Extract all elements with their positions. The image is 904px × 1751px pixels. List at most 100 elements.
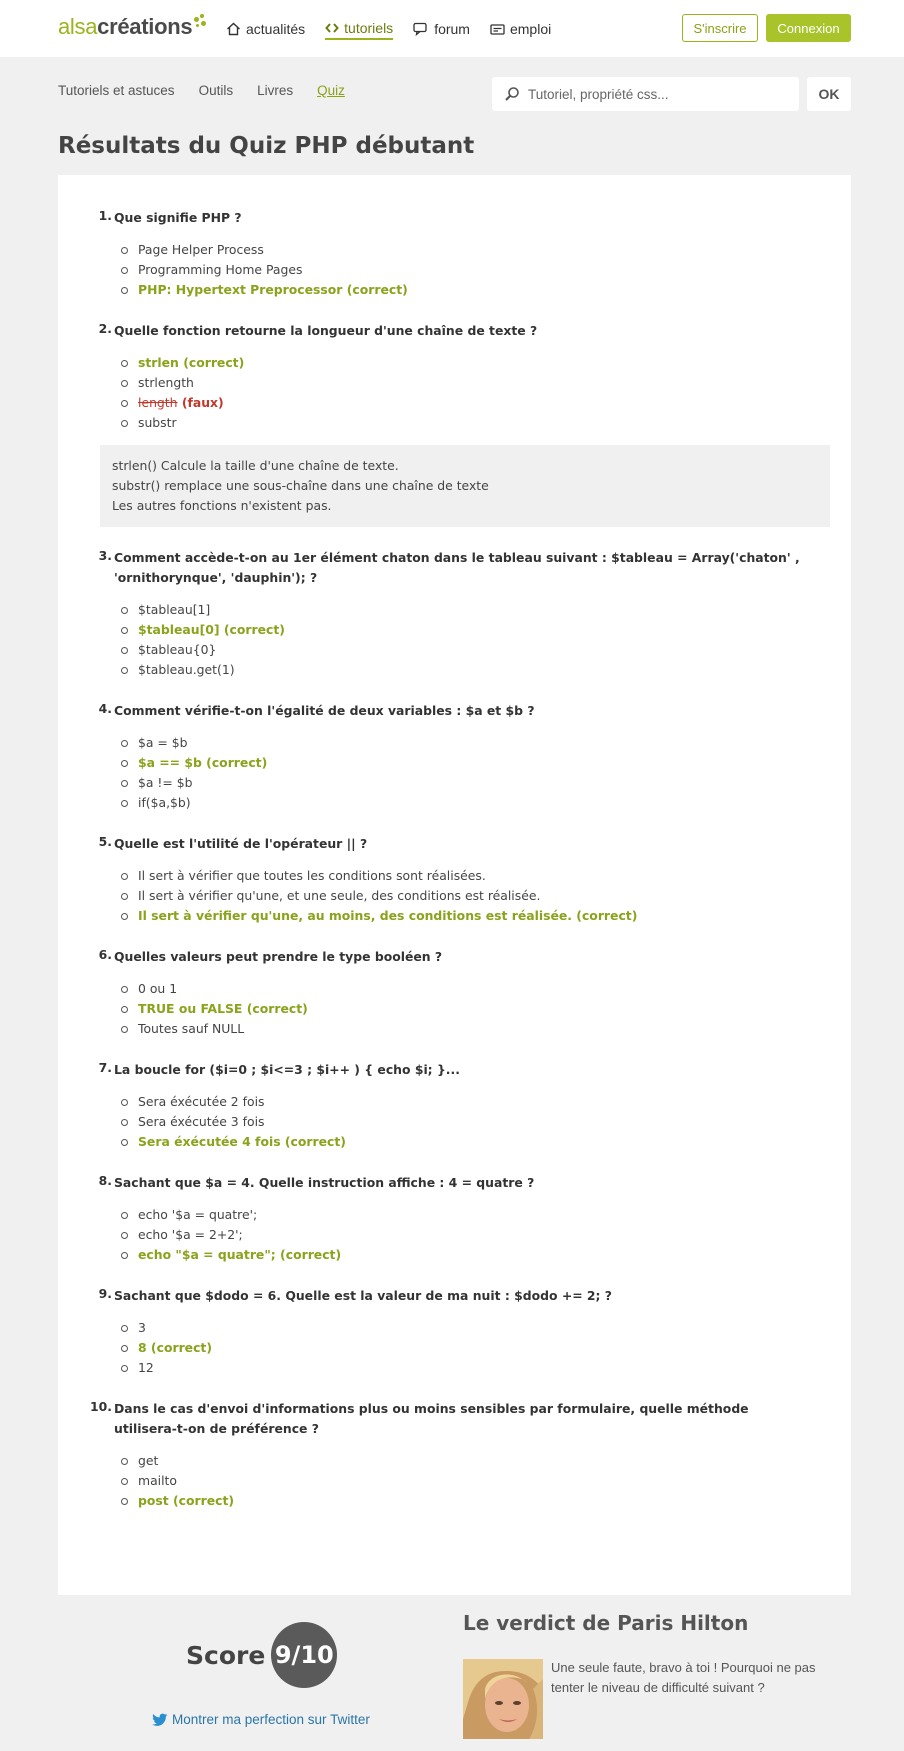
answer-correct: 8 (correct): [121, 1338, 802, 1358]
nav-tutoriels[interactable]: tutoriels: [325, 20, 394, 40]
top-bar: alsacréations actualités tutoriels forum…: [0, 0, 904, 57]
search-icon: [505, 87, 519, 101]
question-number: 9.: [98, 1286, 112, 1301]
answer-correct: $a == $b (correct): [121, 753, 802, 773]
question-number: 4.: [98, 701, 112, 716]
answer-option: if($a,$b): [121, 793, 802, 813]
answer-correct: Il sert à vérifier qu'une, au moins, des…: [121, 906, 802, 926]
question-item: 2. Quelle fonction retourne la longueur d…: [98, 321, 830, 527]
explanation-line: Les autres fonctions n'existent pas.: [112, 498, 332, 513]
answer-option: mailto: [121, 1471, 802, 1491]
answer-option: $tableau{0}: [121, 640, 802, 660]
answer-text: length: [138, 395, 178, 410]
code-icon: [325, 23, 339, 33]
question-text: Dans le cas d'envoi d'informations plus …: [114, 1401, 749, 1436]
question-item: 8. Sachant que $a = 4. Quelle instruction…: [98, 1173, 802, 1265]
briefcase-icon: [490, 24, 505, 35]
question-item: 5. Quelle est l'utilité de l'opérateur ||…: [98, 834, 802, 926]
question-item: 10. Dans le cas d'envoi d'informations pl…: [90, 1399, 802, 1511]
question-text: Quelles valeurs peut prendre le type boo…: [114, 949, 443, 964]
nav-label: emploi: [509, 21, 552, 37]
verdict-text: Une seule faute, bravo à toi ! Pourquoi …: [551, 1660, 816, 1695]
twitter-share-link[interactable]: Montrer ma perfection sur Twitter: [152, 1712, 370, 1727]
answer-option: $tableau[1]: [121, 600, 802, 620]
answer-option: 12: [121, 1358, 802, 1378]
search-input[interactable]: [528, 86, 788, 102]
question-number: 1.: [98, 208, 112, 223]
logo-text-creations: créations: [97, 14, 193, 39]
score-block: Score 9/10: [186, 1622, 338, 1688]
score-label: Score: [186, 1640, 266, 1670]
subnav-outils[interactable]: Outils: [199, 83, 234, 98]
answer-option: Toutes sauf NULL: [121, 1019, 802, 1039]
answer-list: 38 (correct) 12: [114, 1318, 802, 1378]
question-text: La boucle for ($i=0 ; $i<=3 ; $i++ ) { e…: [114, 1062, 460, 1077]
logo-dots-icon: [192, 14, 207, 30]
answer-explanation: strlen() Calcule la taille d'une chaîne …: [100, 445, 830, 527]
question-item: 7. La boucle for ($i=0 ; $i<=3 ; $i++ ) {…: [98, 1060, 802, 1152]
question-text: Sachant que $a = 4. Quelle instruction a…: [114, 1175, 535, 1190]
answer-correct: Sera éxécutée 4 fois (correct): [121, 1132, 802, 1152]
answer-option: $tableau.get(1): [121, 660, 802, 680]
verdict-portrait-image: [463, 1659, 543, 1739]
question-text: Comment accède-t-on au 1er élément chato…: [114, 550, 800, 585]
question-number: 5.: [98, 834, 112, 849]
score-value: 9/10: [271, 1622, 338, 1688]
main-nav: actualités tutoriels forum emploi: [226, 20, 551, 40]
verdict-title: Le verdict de Paris Hilton: [463, 1611, 749, 1635]
answer-correct: post (correct): [121, 1491, 802, 1511]
answer-correct: PHP: Hypertext Preprocessor (correct): [121, 280, 802, 300]
question-item: 4. Comment vérifie-t-on l'égalité de deux…: [98, 701, 802, 813]
answer-option: Page Helper Process: [121, 240, 802, 260]
answer-correct: strlen (correct): [121, 353, 802, 373]
home-icon: [227, 22, 240, 36]
question-item: 3. Comment accède-t-on au 1er élément cha…: [98, 548, 802, 680]
answer-option: 0 ou 1: [121, 979, 802, 999]
question-number: 6.: [98, 947, 112, 962]
answer-option: substr: [121, 413, 802, 433]
question-number: 7.: [98, 1060, 112, 1075]
question-number: 3.: [98, 548, 112, 563]
nav-label: tutoriels: [344, 20, 394, 36]
search-box: [492, 77, 799, 111]
answer-option: $a = $b: [121, 733, 802, 753]
signup-button[interactable]: S'inscrire: [682, 14, 758, 42]
subnav-tutoriels[interactable]: Tutoriels et astuces: [58, 83, 175, 98]
nav-emploi[interactable]: emploi: [490, 20, 551, 40]
answer-list: Page Helper Process Programming Home Page…: [114, 240, 802, 300]
question-item: 6. Quelles valeurs peut prendre le type b…: [98, 947, 802, 1039]
answer-option: strlength: [121, 373, 802, 393]
nav-forum[interactable]: forum: [413, 20, 470, 40]
subnav-quiz[interactable]: Quiz: [317, 83, 345, 98]
question-text: Sachant que $dodo = 6. Quelle est la val…: [114, 1288, 612, 1303]
question-text: Quelle fonction retourne la longueur d'u…: [114, 323, 538, 338]
site-logo[interactable]: alsacréations: [58, 14, 207, 40]
login-button[interactable]: Connexion: [766, 14, 851, 42]
question-item: 9. Sachant que $dodo = 6. Quelle est la v…: [98, 1286, 802, 1378]
answer-option: Il sert à vérifier que toutes les condit…: [121, 866, 802, 886]
answer-option: echo '$a = quatre';: [121, 1205, 802, 1225]
question-number: 10.: [90, 1399, 112, 1414]
answer-correct: $tableau[0] (correct): [121, 620, 802, 640]
answer-option: Il sert à vérifier qu'une, et une seule,…: [121, 886, 802, 906]
answer-option: 3: [121, 1318, 802, 1338]
answer-list: echo '$a = quatre'; echo '$a = 2+2'; echo …: [114, 1205, 802, 1265]
answer-correct: echo "$a = quatre"; (correct): [121, 1245, 802, 1265]
question-text: Que signifie PHP ?: [114, 210, 242, 225]
question-number: 2.: [98, 321, 112, 336]
answer-option: Programming Home Pages: [121, 260, 802, 280]
answer-list: $a = $b $a == $b (correct) $a != $b if($a,$…: [114, 733, 802, 813]
answer-option: Sera éxécutée 2 fois: [121, 1092, 802, 1112]
chat-icon: [413, 22, 427, 36]
search-ok-button[interactable]: OK: [807, 77, 851, 111]
question-number: 8.: [98, 1173, 112, 1188]
answer-list: 0 ou 1 TRUE ou FALSE (correct) Toutes sauf…: [114, 979, 802, 1039]
quiz-results-card: 1. Que signifie PHP ? Page Helper Process P…: [58, 175, 851, 1595]
nav-actualites[interactable]: actualités: [226, 20, 305, 40]
answer-option: Sera éxécutée 3 fois: [121, 1112, 802, 1132]
answer-list: $tableau[1] $tableau[0] (correct) $tableau…: [114, 600, 802, 680]
question-text: Quelle est l'utilité de l'opérateur || ?: [114, 836, 368, 851]
answer-list: Il sert à vérifier que toutes les condit…: [114, 866, 802, 926]
subnav-livres[interactable]: Livres: [257, 83, 293, 98]
question-text: Comment vérifie-t-on l'égalité de deux v…: [114, 703, 535, 718]
